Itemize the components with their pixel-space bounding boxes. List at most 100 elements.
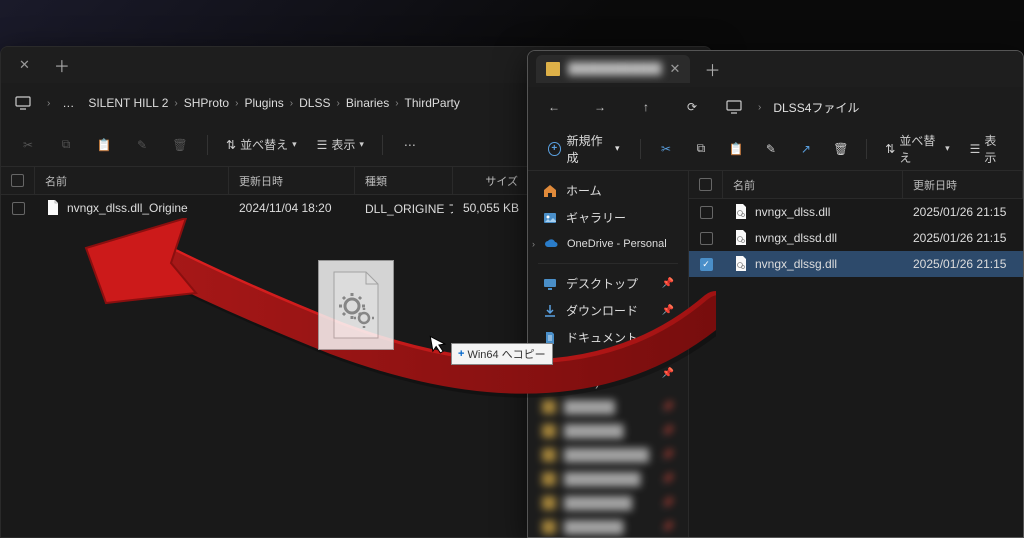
file-date: 2025/01/26 21:15 [903, 199, 1023, 225]
forward-button[interactable]: → [582, 91, 618, 123]
chevron-right-icon: › [47, 98, 50, 109]
sidebar-item-blurred[interactable]: ██████📌 [528, 395, 688, 419]
paste-icon[interactable]: 📋 [87, 132, 121, 158]
close-icon[interactable]: ✕ [19, 57, 30, 73]
column-type[interactable]: 種類 [355, 167, 453, 194]
window-tab[interactable]: ✕ [9, 51, 40, 79]
chevron-down-icon: ▾ [615, 143, 620, 154]
chevron-down-icon: ▾ [292, 139, 297, 150]
window-tab[interactable]: ████████████ ✕ [536, 55, 690, 83]
pin-icon: 📌 [662, 278, 674, 289]
delete-icon[interactable]: 🗑 [163, 132, 197, 158]
desktop-icon [542, 276, 558, 292]
header-checkbox[interactable] [689, 171, 723, 198]
view-icon: ☰ [970, 142, 981, 156]
sort-button[interactable]: ⇅ 並べ替え ▾ [877, 126, 957, 172]
content-area-right: ホーム ギャラリー › OneDrive - Personal [528, 171, 1023, 537]
separator [207, 135, 208, 155]
file-size: 50,055 KB [453, 195, 529, 221]
sidebar-item-onedrive[interactable]: › OneDrive - Personal [528, 231, 688, 257]
file-name: nvngx_dlss.dll [755, 205, 830, 219]
cut-icon[interactable]: ✂ [650, 136, 681, 162]
refresh-button[interactable]: ⟳ [674, 91, 710, 123]
file-type: DLL_ORIGINE ファイ… [355, 195, 453, 221]
view-button[interactable]: ☰ 表示 ▾ [309, 130, 372, 159]
monitor-icon[interactable] [9, 87, 37, 119]
rename-icon[interactable]: ✎ [755, 136, 786, 162]
sidebar-item-home[interactable]: ホーム [528, 177, 688, 204]
sidebar-item-blurred[interactable]: ██████████📌 [528, 443, 688, 467]
tab-title: ████████████ [568, 63, 662, 75]
sidebar-item-downloads[interactable]: ダウンロード 📌 [528, 297, 688, 324]
crumb-item[interactable]: SHProto [182, 92, 231, 114]
home-icon [542, 183, 558, 199]
titlebar-right[interactable]: ████████████ ✕ ＋ [528, 51, 1023, 87]
new-button[interactable]: + 新規作成 ▾ [538, 126, 630, 172]
paste-icon[interactable]: 📋 [720, 136, 751, 162]
sidebar-item-blurred[interactable]: ███████📌 [528, 419, 688, 443]
download-icon [542, 303, 558, 319]
sidebar-item-blurred[interactable]: ███████📌 [528, 515, 688, 537]
file-date: 2025/01/26 21:15 [903, 251, 1023, 277]
sidebar-separator [538, 263, 678, 264]
view-button[interactable]: ☰ 表示 [962, 126, 1013, 172]
row-checkbox[interactable] [700, 232, 713, 245]
column-date[interactable]: 更新日時 [903, 171, 1023, 198]
sort-icon: ⇅ [885, 142, 895, 156]
separator [382, 135, 383, 155]
file-icon [45, 200, 61, 216]
share-icon[interactable]: ↗ [790, 136, 821, 162]
sidebar-item-gallery[interactable]: ギャラリー [528, 204, 688, 231]
breadcrumb-item[interactable]: DLSS4ファイル [771, 95, 861, 120]
rename-icon[interactable]: ✎ [125, 132, 159, 158]
copy-icon[interactable]: ⧉ [685, 135, 716, 162]
new-tab-button[interactable]: ＋ [46, 49, 78, 81]
file-row-selected[interactable]: ✓ nvngx_dlssg.dll 2025/01/26 21:15 [689, 251, 1023, 277]
sidebar-item-desktop[interactable]: デスクトップ 📌 [528, 270, 688, 297]
file-date: 2024/11/04 18:20 [229, 195, 355, 221]
back-button[interactable]: ← [536, 91, 572, 123]
copy-icon[interactable]: ⧉ [49, 131, 83, 158]
more-icon[interactable]: ⋯ [393, 132, 427, 158]
folder-icon [546, 62, 560, 76]
crumb-item[interactable]: SILENT HILL 2 [86, 92, 170, 114]
close-icon[interactable]: ✕ [670, 61, 681, 77]
row-checkbox[interactable] [700, 206, 713, 219]
file-row[interactable]: nvngx_dlss.dll 2025/01/26 21:15 [689, 199, 1023, 225]
breadcrumb-ellipsis[interactable]: … [60, 92, 76, 114]
pin-icon: 📌 [662, 368, 674, 379]
sidebar-item-blurred[interactable]: █████████📌 [528, 467, 688, 491]
column-size[interactable]: サイズ [453, 167, 529, 194]
drag-preview [318, 260, 394, 350]
crumb-item[interactable]: Binaries [344, 92, 391, 114]
row-checkbox[interactable] [12, 202, 25, 215]
pin-icon: 📌 [662, 305, 674, 316]
expand-icon: › [532, 239, 535, 249]
crumb-item[interactable]: ThirdParty [403, 92, 462, 114]
sidebar-item-blurred[interactable]: ████████📌 [528, 491, 688, 515]
toolbar-right: + 新規作成 ▾ ✂ ⧉ 📋 ✎ ↗ 🗑 ⇅ 並べ替え ▾ ☰ 表示 [528, 127, 1023, 171]
gallery-icon [542, 210, 558, 226]
row-checkbox[interactable]: ✓ [700, 258, 713, 271]
view-icon: ☰ [317, 138, 328, 152]
disk-icon [542, 365, 556, 381]
up-button[interactable]: ↑ [628, 91, 664, 123]
explorer-window-right: ████████████ ✕ ＋ ← → ↑ ⟳ › DLSS4ファイル + 新… [527, 50, 1024, 538]
sort-icon: ⇅ [226, 138, 236, 152]
tooltip-text: Win64 へコピー [467, 346, 545, 362]
cut-icon[interactable]: ✂ [11, 132, 45, 158]
drag-tooltip: + Win64 へコピー [451, 343, 553, 365]
file-name: nvngx_dlssg.dll [755, 257, 837, 271]
delete-icon[interactable]: 🗑 [825, 136, 856, 162]
column-name[interactable]: 名前 [35, 167, 229, 194]
sort-button[interactable]: ⇅ 並べ替え ▾ [218, 130, 305, 159]
file-row[interactable]: nvngx_dlssd.dll 2025/01/26 21:15 [689, 225, 1023, 251]
file-name: nvngx_dlssd.dll [755, 231, 837, 245]
column-date[interactable]: 更新日時 [229, 167, 355, 194]
monitor-icon[interactable] [720, 91, 748, 123]
header-checkbox[interactable] [1, 167, 35, 194]
new-tab-button[interactable]: ＋ [696, 53, 728, 85]
crumb-item[interactable]: Plugins [242, 92, 285, 114]
column-name[interactable]: 名前 [723, 171, 903, 198]
crumb-item[interactable]: DLSS [297, 92, 332, 114]
